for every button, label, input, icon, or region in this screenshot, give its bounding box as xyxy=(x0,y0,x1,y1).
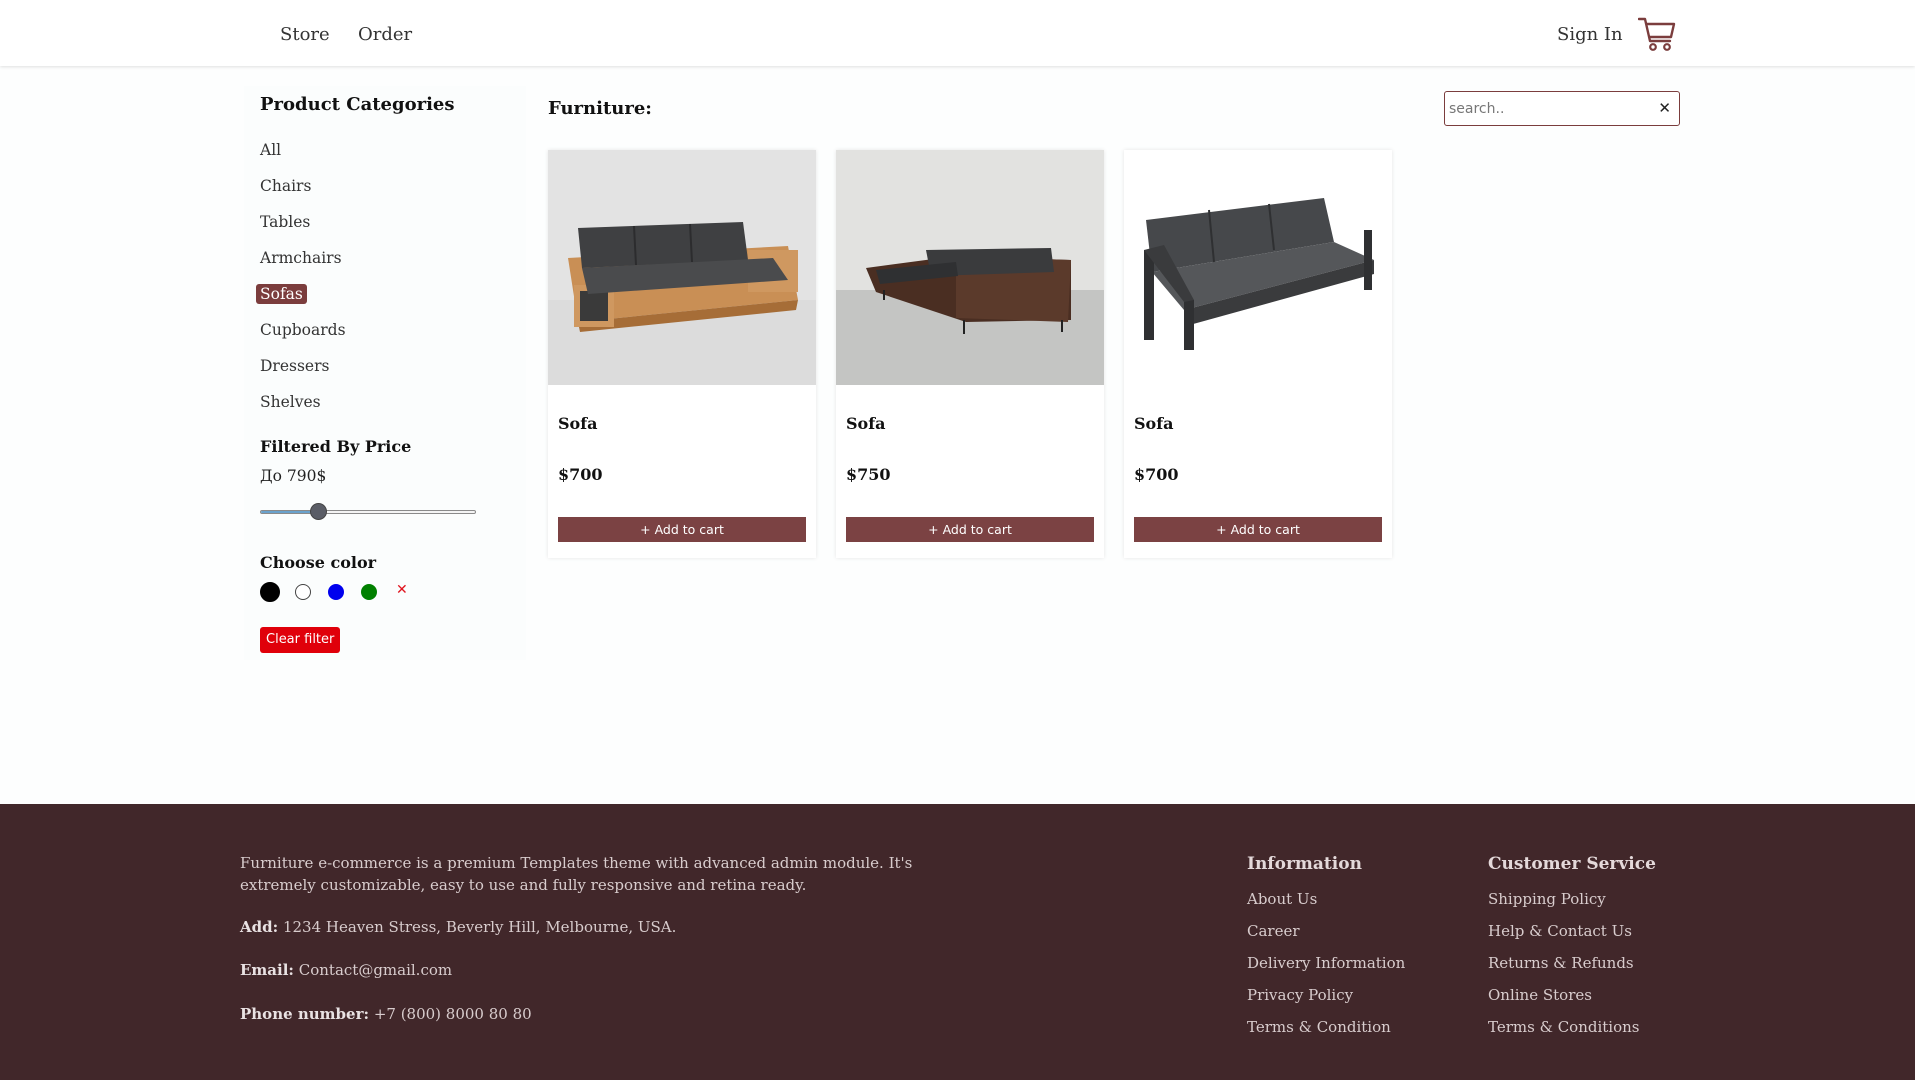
product-price: $750 xyxy=(846,465,891,484)
search-box: ✕ xyxy=(1444,91,1680,126)
price-slider-thumb[interactable] xyxy=(310,503,328,520)
category-tables[interactable]: Tables xyxy=(256,212,314,232)
product-image-sofa-dark-wood[interactable] xyxy=(836,150,1104,385)
category-cupboards[interactable]: Cupboards xyxy=(256,320,350,340)
price-filter-title: Filtered By Price xyxy=(260,437,412,456)
footer-phone: Phone number: +7 (800) 8000 80 80 xyxy=(240,1005,532,1023)
email-value[interactable]: Contact@gmail.com xyxy=(299,961,452,979)
product-image-sofa-aluminum[interactable] xyxy=(1124,150,1392,385)
color-swatch[interactable] xyxy=(361,584,377,600)
add-to-cart-button[interactable]: + Add to cart xyxy=(846,517,1094,542)
category-all[interactable]: All xyxy=(256,140,285,160)
section-title: Furniture: xyxy=(548,98,652,119)
footer-link-terms-conditions[interactable]: Terms & Conditions xyxy=(1488,1018,1639,1036)
product-name[interactable]: Sofa xyxy=(846,414,885,433)
address-value: 1234 Heaven Stress, Beverly Hill, Melbou… xyxy=(282,918,677,936)
color-clear-x-icon[interactable]: ✕ xyxy=(396,582,408,598)
price-value-label: До 790$ xyxy=(260,467,327,485)
color-swatch[interactable] xyxy=(328,584,344,600)
information-heading: Information xyxy=(1247,854,1362,874)
add-to-cart-button[interactable]: + Add to cart xyxy=(558,517,806,542)
footer-link-terms-condition[interactable]: Terms & Condition xyxy=(1247,1018,1391,1036)
footer-link-returns-refunds[interactable]: Returns & Refunds xyxy=(1488,954,1634,972)
clear-filter-button[interactable]: Clear filter xyxy=(260,627,341,653)
nav-store-link[interactable]: Store xyxy=(280,24,330,45)
product-price: $700 xyxy=(1134,465,1179,484)
category-dressers[interactable]: Dressers xyxy=(256,356,333,376)
footer-link-help-contact[interactable]: Help & Contact Us xyxy=(1488,922,1632,940)
product-card: Sofa $750 + Add to cart xyxy=(836,150,1104,558)
footer-link-shipping-policy[interactable]: Shipping Policy xyxy=(1488,890,1606,908)
sign-in-link[interactable]: Sign In xyxy=(1557,24,1623,45)
customer-service-heading: Customer Service xyxy=(1488,854,1656,874)
product-name[interactable]: Sofa xyxy=(558,414,597,433)
product-card: Sofa $700 + Add to cart xyxy=(1124,150,1392,558)
categories-title: Product Categories xyxy=(260,94,455,115)
category-armchairs[interactable]: Armchairs xyxy=(256,248,346,268)
add-to-cart-button[interactable]: + Add to cart xyxy=(1134,517,1382,542)
phone-value[interactable]: +7 (800) 8000 80 80 xyxy=(374,1005,532,1023)
category-chairs[interactable]: Chairs xyxy=(256,176,315,196)
search-clear-icon[interactable]: ✕ xyxy=(1658,99,1671,117)
footer-link-delivery-information[interactable]: Delivery Information xyxy=(1247,954,1405,972)
shopping-cart-icon[interactable] xyxy=(1638,15,1676,53)
footer-description: Furniture e-commerce is a premium Templa… xyxy=(240,854,913,894)
color-filter-title: Choose color xyxy=(260,553,377,572)
address-label: Add: xyxy=(240,918,279,936)
product-card: Sofa $700 + Add to cart xyxy=(548,150,816,558)
footer-link-privacy-policy[interactable]: Privacy Policy xyxy=(1247,986,1353,1004)
product-name[interactable]: Sofa xyxy=(1134,414,1173,433)
footer-link-online-stores[interactable]: Online Stores xyxy=(1488,986,1592,1004)
price-slider-track[interactable] xyxy=(260,510,476,514)
color-swatch[interactable] xyxy=(295,584,311,600)
footer-address: Add: 1234 Heaven Stress, Beverly Hill, M… xyxy=(240,918,676,936)
top-navigation-bar: Store Order Sign In xyxy=(0,0,1915,66)
search-input[interactable] xyxy=(1447,94,1651,124)
phone-label: Phone number: xyxy=(240,1005,370,1023)
filter-sidebar: Product Categories All Chairs Tables Arm… xyxy=(244,86,526,660)
footer-link-career[interactable]: Career xyxy=(1247,922,1300,940)
category-sofas[interactable]: Sofas xyxy=(256,284,307,304)
nav-order-link[interactable]: Order xyxy=(358,24,412,45)
site-footer: Furniture e-commerce is a premium Templa… xyxy=(0,804,1915,1080)
footer-email: Email: Contact@gmail.com xyxy=(240,961,452,979)
category-shelves[interactable]: Shelves xyxy=(256,392,325,412)
color-swatch[interactable] xyxy=(260,582,280,602)
product-price: $700 xyxy=(558,465,603,484)
product-image-sofa-wood[interactable] xyxy=(548,150,816,385)
email-label: Email: xyxy=(240,961,294,979)
footer-link-about-us[interactable]: About Us xyxy=(1247,890,1317,908)
